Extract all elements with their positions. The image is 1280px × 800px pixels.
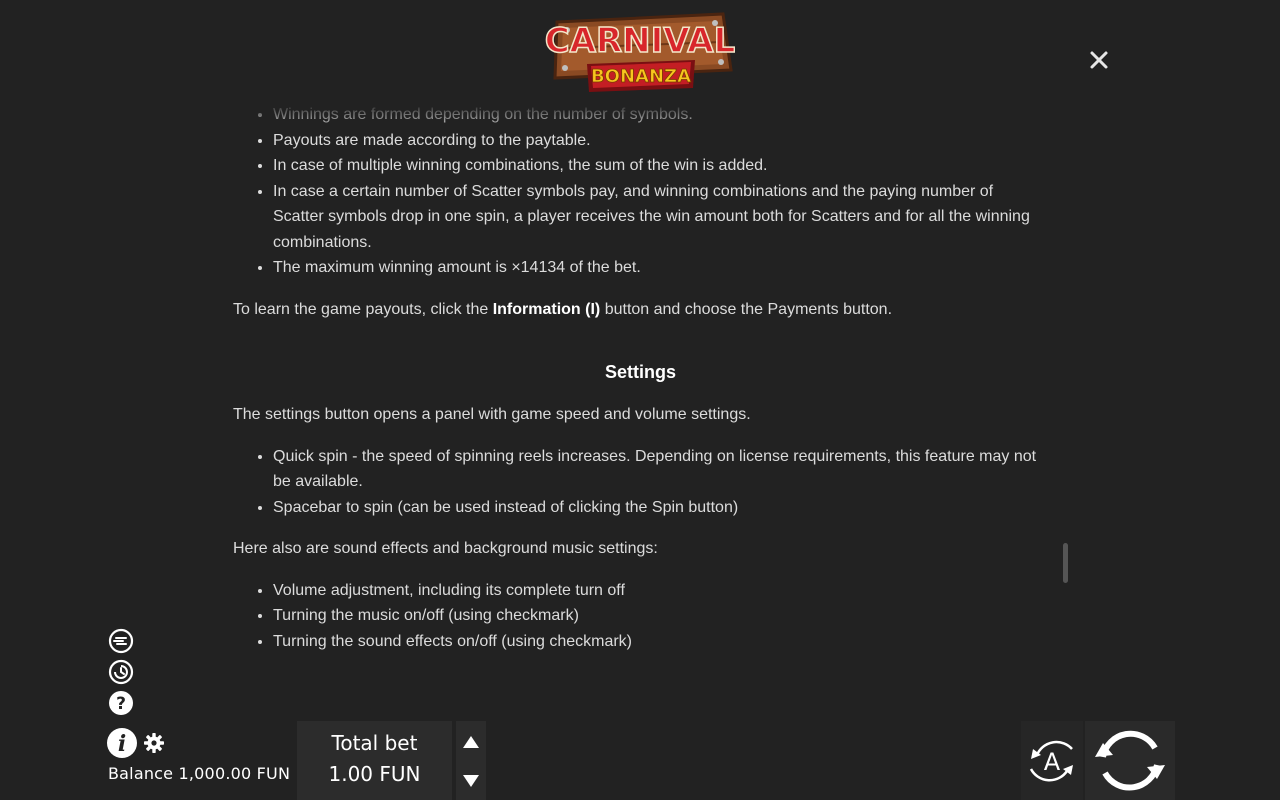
- help-icon: ?: [109, 691, 133, 715]
- list-item: Volume adjustment, including its complet…: [273, 578, 1048, 604]
- info-icon: i: [107, 728, 137, 758]
- bet-decrease-button[interactable]: [462, 774, 480, 788]
- close-button[interactable]: [1086, 47, 1112, 73]
- balance-display: Balance 1,000.00 FUN: [108, 764, 290, 783]
- balance-value: 1,000.00 FUN: [178, 764, 291, 783]
- bet-increase-button[interactable]: [462, 735, 480, 749]
- sound-intro: Here also are sound effects and backgrou…: [233, 540, 658, 557]
- arrow-up-icon: [463, 736, 479, 748]
- list-item: Quick spin - the speed of spinning reels…: [273, 444, 1048, 495]
- autoplay-letter: A: [1044, 748, 1061, 776]
- total-bet-panel: Total bet 1.00 FUN: [297, 721, 452, 800]
- sound-list: Volume adjustment, including its complet…: [233, 578, 1048, 655]
- list-item: In case a certain number of Scatter symb…: [273, 179, 1048, 256]
- list-item: Spacebar to spin (can be used instead of…: [273, 495, 1048, 521]
- settings-list: Quick spin - the speed of spinning reels…: [233, 444, 1048, 521]
- information-button-reference: Information (I): [492, 300, 601, 318]
- payouts-paragraph: To learn the game payouts, click the Inf…: [233, 300, 893, 318]
- total-bet-label: Total bet: [331, 731, 418, 755]
- logo-line-2: BONANZA: [591, 66, 691, 87]
- help-button[interactable]: ?: [108, 690, 134, 716]
- rules-scroll-area[interactable]: Winnings are formed depending on the num…: [233, 100, 1048, 700]
- scrollbar-thumb[interactable]: [1063, 543, 1068, 583]
- list-item: In case of multiple winning combinations…: [273, 153, 1048, 179]
- history-button[interactable]: [108, 659, 134, 685]
- turbo-icon: [108, 628, 134, 654]
- turbo-button[interactable]: [108, 628, 134, 654]
- autoplay-button[interactable]: A: [1021, 721, 1083, 800]
- balance-label: Balance: [108, 764, 174, 783]
- spin-icon: [1095, 730, 1165, 791]
- settings-button[interactable]: [143, 732, 165, 754]
- list-item: Winnings are formed depending on the num…: [273, 102, 1048, 128]
- svg-text:?: ?: [116, 694, 126, 714]
- list-item: Turning the sound effects on/off (using …: [273, 629, 1048, 655]
- rtp-heading: Return to Player: [233, 690, 1048, 700]
- total-bet-value: 1.00 FUN: [328, 762, 421, 786]
- carnival-bonanza-logo: CARNIVAL BONANZA: [545, 12, 735, 92]
- settings-heading: Settings: [604, 362, 676, 382]
- bet-stepper: [456, 721, 486, 800]
- settings-intro: The settings button opens a panel with g…: [233, 406, 751, 423]
- rules-content: Winnings are formed depending on the num…: [233, 102, 1048, 700]
- spin-button[interactable]: [1085, 721, 1175, 800]
- game-rules-screen: CARNIVAL BONANZA Winnings are formed dep…: [0, 0, 1280, 800]
- list-item: The maximum winning amount is ×14134 of …: [273, 255, 1048, 281]
- gear-icon: [144, 733, 164, 753]
- list-item: Turning the music on/off (using checkmar…: [273, 603, 1048, 629]
- logo-line-1: CARNIVAL: [545, 21, 735, 61]
- close-icon: [1090, 51, 1108, 69]
- info-button[interactable]: i: [106, 727, 138, 759]
- list-item: Payouts are made according to the paytab…: [273, 128, 1048, 154]
- autoplay-icon: A: [1029, 740, 1073, 782]
- winnings-list: Winnings are formed depending on the num…: [233, 102, 1048, 281]
- svg-text:i: i: [118, 731, 126, 757]
- history-icon: [108, 659, 134, 685]
- arrow-down-icon: [463, 775, 479, 787]
